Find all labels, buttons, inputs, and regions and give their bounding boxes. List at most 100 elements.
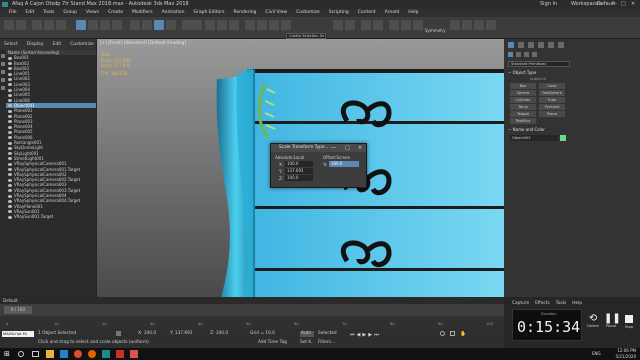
maximize-button[interactable]: □ — [621, 0, 626, 9]
snap-toggle-icon[interactable] — [245, 20, 255, 30]
set-key-button[interactable]: Set K. — [300, 340, 313, 345]
visibility-eye-icon[interactable] — [8, 157, 12, 161]
visibility-eye-icon[interactable] — [8, 120, 12, 124]
time-slider[interactable]: 0 / 100 — [0, 304, 504, 316]
auto-key-button[interactable]: Auto — [300, 331, 314, 337]
key-filters-button[interactable]: Filters... — [318, 340, 335, 345]
visibility-eye-icon[interactable] — [8, 194, 12, 198]
object-type-header[interactable]: − Object Type — [508, 70, 536, 75]
filter-geometry-icon[interactable] — [1, 54, 5, 58]
stop-button[interactable]: Stop — [622, 313, 636, 337]
visibility-eye-icon[interactable] — [8, 173, 12, 177]
undo-icon[interactable] — [4, 20, 14, 30]
visibility-eye-icon[interactable] — [8, 136, 12, 140]
layer-explorer-icon[interactable] — [361, 20, 371, 30]
teapot-render-icon[interactable] — [486, 20, 496, 30]
dialog-close-button[interactable]: ✕ — [358, 144, 362, 152]
menu-create[interactable]: Create — [108, 9, 123, 17]
dialog-maximize-button[interactable]: □ — [345, 144, 350, 152]
scale-icon[interactable] — [154, 20, 164, 30]
schematic-view-icon[interactable] — [401, 20, 411, 30]
unlink-icon[interactable] — [44, 20, 54, 30]
menu-modifiers[interactable]: Modifiers — [132, 9, 153, 17]
visibility-eye-icon[interactable] — [8, 130, 12, 134]
menu-rendering[interactable]: Rendering — [233, 9, 256, 17]
menu-scripting[interactable]: Scripting — [329, 9, 349, 17]
curve-editor-icon[interactable] — [389, 20, 399, 30]
pause-button[interactable]: ❚❚ Pause — [604, 313, 621, 337]
ref-coord-dropdown[interactable] — [182, 20, 202, 30]
render-setup-icon[interactable] — [450, 20, 460, 30]
close-button[interactable]: ✕ — [631, 0, 635, 9]
dialog-minimize-button[interactable]: — — [331, 144, 336, 152]
lights-icon[interactable] — [524, 52, 529, 57]
menu-group[interactable]: Group — [63, 9, 77, 17]
offset-value-input[interactable]: 100.0 — [329, 161, 359, 167]
window-crossing-icon[interactable] — [112, 20, 122, 30]
tab-select[interactable]: Select — [4, 42, 18, 47]
search-icon[interactable] — [18, 351, 24, 357]
object-type-button[interactable]: Sphere — [510, 90, 536, 96]
render-production-icon[interactable] — [474, 20, 484, 30]
visibility-eye-icon[interactable] — [8, 215, 12, 219]
geometry-icon[interactable] — [508, 52, 513, 57]
keyboard-shortcut-icon[interactable] — [229, 20, 239, 30]
placement-icon[interactable] — [166, 20, 176, 30]
object-type-button[interactable]: Plane — [539, 111, 565, 117]
selected-filter-dropdown[interactable]: Selected — [318, 331, 337, 336]
3dsmax-icon[interactable] — [102, 350, 110, 358]
maxscript-listener[interactable]: MAXScript Mi — [2, 331, 34, 337]
menu-animation[interactable]: Animation — [162, 9, 185, 17]
orbit-icon[interactable] — [450, 331, 455, 336]
rendered-frame-icon[interactable] — [462, 20, 472, 30]
x-value-input[interactable]: 100.0 — [285, 161, 313, 167]
tab-effects[interactable]: Effects — [535, 301, 550, 306]
tab-edit[interactable]: Edit — [52, 42, 61, 47]
object-type-button[interactable]: Teapot — [510, 111, 536, 117]
shapes-icon[interactable] — [516, 52, 521, 57]
angle-snap-icon[interactable] — [257, 20, 267, 30]
visibility-eye-icon[interactable] — [8, 72, 12, 76]
visibility-eye-icon[interactable] — [8, 178, 12, 182]
select-manipulate-icon[interactable] — [217, 20, 227, 30]
utilities-tab-icon[interactable] — [558, 42, 564, 48]
filter-shapes-icon[interactable] — [1, 62, 5, 66]
visibility-eye-icon[interactable] — [8, 146, 12, 150]
visibility-eye-icon[interactable] — [8, 168, 12, 172]
visibility-eye-icon[interactable] — [8, 199, 12, 203]
modify-tab-icon[interactable] — [518, 42, 524, 48]
visibility-eye-icon[interactable] — [8, 56, 12, 60]
tab-tools[interactable]: Tools — [556, 301, 567, 306]
select-by-name-icon[interactable] — [88, 20, 98, 30]
visibility-eye-icon[interactable] — [8, 115, 12, 119]
time-slider-thumb[interactable]: 0 / 100 — [4, 306, 32, 314]
object-type-button[interactable]: GeoSphere — [539, 90, 565, 96]
visibility-eye-icon[interactable] — [8, 125, 12, 129]
delete-button[interactable]: ⟲ Delete — [586, 313, 600, 337]
menu-customize[interactable]: Customize — [296, 9, 320, 17]
visibility-eye-icon[interactable] — [8, 162, 12, 166]
lock-icon[interactable] — [116, 331, 121, 336]
object-type-button[interactable]: Torus — [510, 104, 536, 110]
explorer-icon[interactable] — [46, 350, 54, 358]
menu-edit[interactable]: Edit — [26, 9, 35, 17]
material-editor-icon[interactable] — [413, 20, 423, 30]
tab-capture[interactable]: Capture — [512, 301, 529, 306]
app-icon-9[interactable] — [130, 350, 138, 358]
redo-icon[interactable] — [16, 20, 26, 30]
autogrid-checkbox[interactable]: AutoGrid — [530, 77, 546, 81]
visibility-eye-icon[interactable] — [8, 152, 12, 156]
region-select-icon[interactable] — [100, 20, 110, 30]
pivot-center-icon[interactable] — [205, 20, 215, 30]
filter-lights-icon[interactable] — [1, 70, 5, 74]
menu-views[interactable]: Views — [86, 9, 99, 17]
go-to-end-icon[interactable]: ⏭ — [374, 332, 381, 338]
visibility-eye-icon[interactable] — [8, 83, 12, 87]
visibility-eye-icon[interactable] — [8, 109, 12, 113]
hierarchy-tab-icon[interactable] — [528, 42, 534, 48]
object-name-input[interactable]: Object002 — [510, 135, 558, 141]
object-type-button[interactable]: Pyramid — [539, 104, 565, 110]
chrome-icon[interactable] — [74, 350, 82, 358]
viewport-label[interactable]: [+] [Front] [Standard] [Default Shading] — [100, 41, 186, 46]
menu-tools[interactable]: Tools — [43, 9, 54, 17]
